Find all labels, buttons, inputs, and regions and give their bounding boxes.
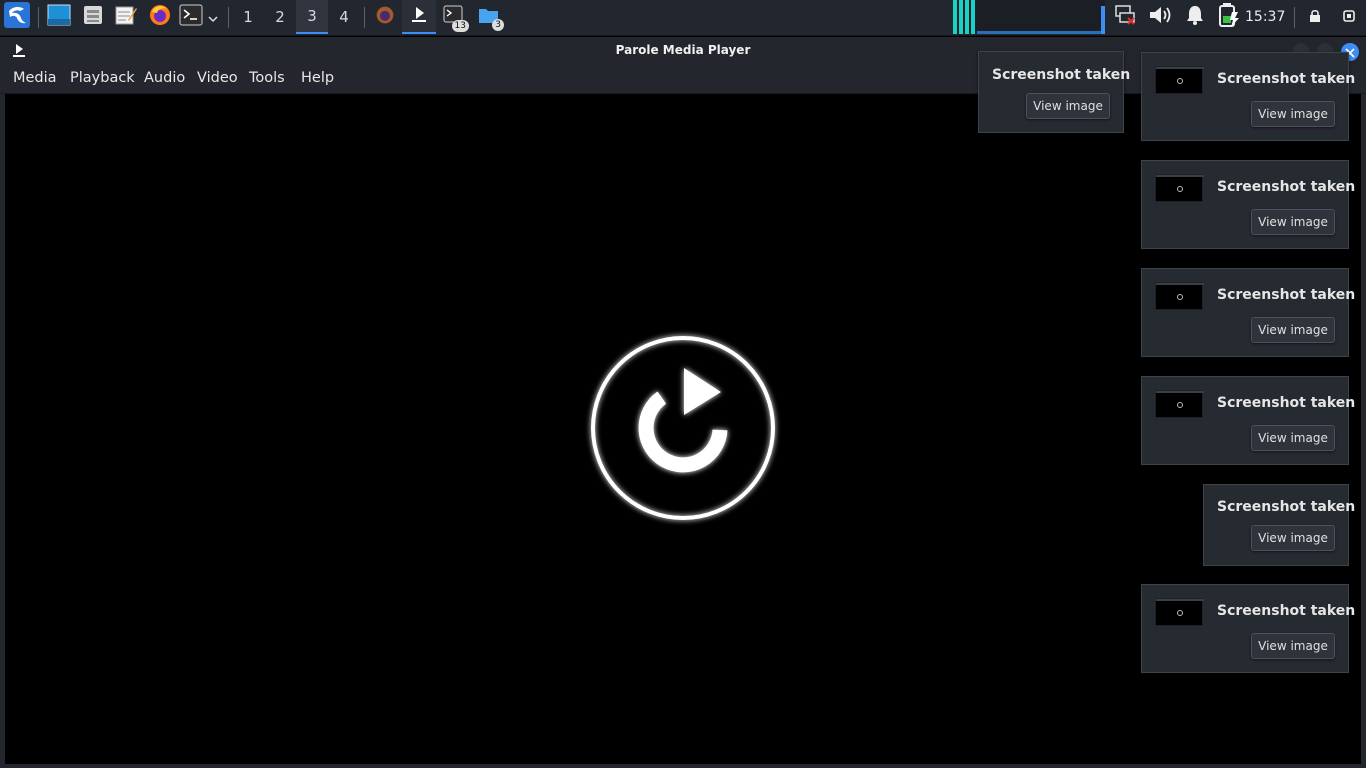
notification-card: Screenshot taken View image bbox=[1141, 52, 1355, 141]
notification-card: Screenshot taken View image bbox=[1203, 484, 1355, 566]
bell-icon bbox=[1185, 4, 1205, 30]
menu-tools[interactable]: Tools bbox=[249, 70, 285, 86]
notification-card: Screenshot taken View image bbox=[1141, 268, 1355, 357]
view-image-button[interactable]: View image bbox=[1251, 209, 1335, 235]
clock[interactable]: 15:37 bbox=[1245, 0, 1285, 34]
workspace-4-button[interactable]: 4 bbox=[328, 0, 360, 34]
taskbar-parole-window[interactable] bbox=[402, 0, 436, 34]
power-icon bbox=[1342, 8, 1356, 27]
logout-button[interactable] bbox=[1337, 0, 1361, 34]
screenshot-thumbnail bbox=[1155, 390, 1204, 418]
media-player-icon bbox=[409, 4, 429, 28]
reload-icon[interactable] bbox=[583, 328, 783, 528]
battery-charging-icon bbox=[1218, 2, 1240, 32]
notification-title: Screenshot taken bbox=[992, 67, 1131, 83]
launcher-firefox[interactable] bbox=[145, 0, 175, 34]
notification-card: Screenshot taken View image bbox=[978, 51, 1130, 133]
view-image-button[interactable]: View image bbox=[1251, 525, 1335, 551]
view-image-button[interactable]: View image bbox=[1251, 425, 1335, 451]
notification-title: Screenshot taken bbox=[1217, 395, 1356, 411]
lock-icon bbox=[1309, 8, 1321, 27]
notification-title: Screenshot taken bbox=[1217, 603, 1356, 619]
files-count-badge: 3 bbox=[492, 19, 504, 31]
screenshot-thumbnail bbox=[1155, 282, 1204, 310]
notification-title: Screenshot taken bbox=[1217, 179, 1356, 195]
menu-video[interactable]: Video bbox=[197, 70, 238, 86]
view-image-button[interactable]: View image bbox=[1251, 317, 1335, 343]
menu-media[interactable]: Media bbox=[13, 70, 57, 86]
taskbar-terminal-group[interactable]: 13 bbox=[437, 0, 471, 34]
notification-title: Screenshot taken bbox=[1217, 287, 1356, 303]
menu-playback[interactable]: Playback bbox=[70, 70, 135, 86]
chevron-down-icon bbox=[208, 8, 218, 27]
launcher-terminal[interactable] bbox=[177, 0, 205, 34]
terminal-count-badge: 13 bbox=[451, 20, 469, 32]
notification-card: Screenshot taken View image bbox=[1141, 376, 1355, 465]
notification-title: Screenshot taken bbox=[1217, 499, 1356, 515]
screenshot-thumbnail bbox=[1155, 598, 1204, 626]
show-desktop-button[interactable] bbox=[44, 0, 74, 34]
taskbar-files-group[interactable]: 3 bbox=[472, 0, 506, 34]
firefox-icon bbox=[148, 3, 172, 31]
screenshot-thumbnail bbox=[1155, 66, 1204, 94]
workspace-3-button[interactable]: 3 bbox=[296, 0, 328, 34]
menu-help[interactable]: Help bbox=[301, 70, 334, 86]
battery-button[interactable] bbox=[1214, 0, 1244, 34]
notifications-button[interactable] bbox=[1180, 0, 1210, 34]
terminal-icon: 13 bbox=[443, 4, 469, 32]
notification-card: Screenshot taken View image bbox=[1141, 584, 1355, 673]
view-image-button[interactable]: View image bbox=[1251, 633, 1335, 659]
view-image-button[interactable]: View image bbox=[1026, 93, 1110, 119]
lock-screen-button[interactable] bbox=[1303, 0, 1327, 34]
notification-card: Screenshot taken View image bbox=[1141, 160, 1355, 249]
cpu-graph bbox=[953, 0, 1105, 34]
launcher-text-editor[interactable] bbox=[111, 0, 141, 34]
workspace-2-button[interactable]: 2 bbox=[264, 0, 296, 34]
volume-button[interactable] bbox=[1146, 0, 1176, 34]
terminal-dropdown-button[interactable] bbox=[205, 0, 221, 34]
network-disconnected-icon bbox=[1113, 4, 1137, 30]
volume-icon bbox=[1148, 4, 1174, 30]
top-panel: 1 2 3 4 13 3 15:37 bbox=[0, 0, 1366, 36]
menu-audio[interactable]: Audio bbox=[144, 70, 185, 86]
terminal-icon bbox=[179, 4, 203, 30]
screenshot-thumbnail bbox=[1155, 174, 1204, 202]
text-editor-icon bbox=[114, 4, 138, 30]
applications-menu-button[interactable] bbox=[2, 0, 32, 34]
folder-icon: 3 bbox=[478, 5, 504, 31]
firefox-icon bbox=[375, 5, 395, 29]
network-status-button[interactable] bbox=[1110, 0, 1140, 34]
view-image-button[interactable]: View image bbox=[1251, 101, 1335, 127]
workspace-1-button[interactable]: 1 bbox=[232, 0, 264, 34]
notification-title: Screenshot taken bbox=[1217, 71, 1356, 87]
show-desktop-icon bbox=[47, 4, 71, 30]
launcher-file-manager[interactable] bbox=[78, 0, 108, 34]
kali-dragon-icon bbox=[4, 2, 30, 32]
taskbar-firefox-window[interactable] bbox=[369, 0, 401, 34]
file-manager-icon bbox=[82, 4, 104, 30]
